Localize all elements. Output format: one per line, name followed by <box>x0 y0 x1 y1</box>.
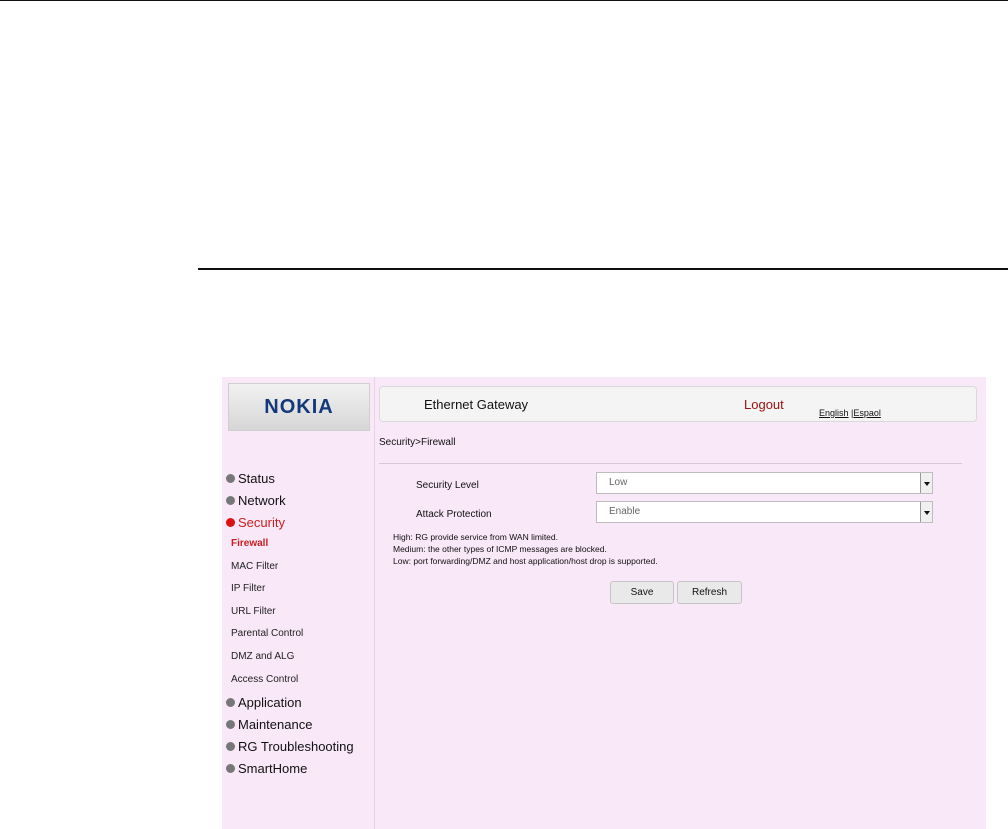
sidebar-group-security[interactable]: Security <box>222 511 374 533</box>
sidebar-item-parental-control[interactable]: Parental Control <box>222 623 374 646</box>
sidebar-group-label: Status <box>238 470 275 486</box>
breadcrumb: Security>Firewall <box>379 437 456 448</box>
sidebar-group-network[interactable]: Network <box>222 489 374 511</box>
sidebar-group-label: SmartHome <box>238 760 308 776</box>
attack-protection-value: Enable <box>609 506 641 517</box>
router-ui-screenshot: NOKIA Status Network Security Firewall M… <box>222 377 986 829</box>
top-rule <box>0 0 1008 1</box>
content-divider <box>379 463 962 464</box>
security-level-notes: High: RG provide service from WAN limite… <box>393 531 658 567</box>
sidebar-menu: Status Network Security Firewall MAC Fil… <box>222 467 374 779</box>
sidebar-group-label: Network <box>238 492 286 508</box>
note-medium: Medium: the other types of ICMP messages… <box>393 544 607 554</box>
expand-plus-icon <box>226 697 235 707</box>
chevron-down-icon <box>920 473 932 493</box>
expand-plus-icon <box>226 473 235 483</box>
section-rule <box>198 268 1008 270</box>
security-level-label: Security Level <box>416 480 479 491</box>
language-switcher: English |Espaol <box>819 408 881 418</box>
collapse-minus-icon <box>226 517 235 527</box>
lang-espanol-link[interactable]: Espaol <box>853 408 881 418</box>
attack-protection-label: Attack Protection <box>416 509 492 520</box>
sidebar-item-url-filter[interactable]: URL Filter <box>222 601 374 624</box>
attack-protection-select[interactable]: Enable <box>596 501 933 523</box>
lang-english-link[interactable]: English <box>819 408 849 418</box>
sidebar-item-firewall[interactable]: Firewall <box>222 533 374 556</box>
sidebar-group-label: Security <box>238 514 285 530</box>
sidebar-item-access-control[interactable]: Access Control <box>222 669 374 692</box>
sidebar-item-mac-filter[interactable]: MAC Filter <box>222 556 374 579</box>
sidebar-group-maintenance[interactable]: Maintenance <box>222 713 374 735</box>
expand-plus-icon <box>226 741 235 751</box>
refresh-button[interactable]: Refresh <box>677 581 742 604</box>
save-button[interactable]: Save <box>610 581 674 604</box>
sidebar-item-ip-filter[interactable]: IP Filter <box>222 578 374 601</box>
expand-plus-icon <box>226 763 235 773</box>
sidebar-group-label: RG Troubleshooting <box>238 738 354 754</box>
top-header-bar: Ethernet Gateway Logout English |Espaol <box>379 386 977 422</box>
sidebar-group-status[interactable]: Status <box>222 467 374 489</box>
nokia-logo: NOKIA <box>228 383 370 431</box>
expand-plus-icon <box>226 719 235 729</box>
logout-link[interactable]: Logout <box>744 397 784 412</box>
sidebar-group-label: Application <box>238 694 302 710</box>
sidebar: NOKIA Status Network Security Firewall M… <box>222 377 375 829</box>
sidebar-item-dmz-alg[interactable]: DMZ and ALG <box>222 646 374 669</box>
sidebar-group-application[interactable]: Application <box>222 691 374 713</box>
security-level-select[interactable]: Low <box>596 472 933 494</box>
note-high: High: RG provide service from WAN limite… <box>393 532 559 542</box>
security-level-value: Low <box>609 477 628 488</box>
note-low: Low: port forwarding/DMZ and host applic… <box>393 556 658 566</box>
sidebar-group-label: Maintenance <box>238 716 313 732</box>
gateway-title: Ethernet Gateway <box>424 397 529 412</box>
sidebar-group-smarthome[interactable]: SmartHome <box>222 757 374 779</box>
expand-plus-icon <box>226 495 235 505</box>
chevron-down-icon <box>920 502 932 522</box>
sidebar-group-rg-troubleshooting[interactable]: RG Troubleshooting <box>222 735 374 757</box>
